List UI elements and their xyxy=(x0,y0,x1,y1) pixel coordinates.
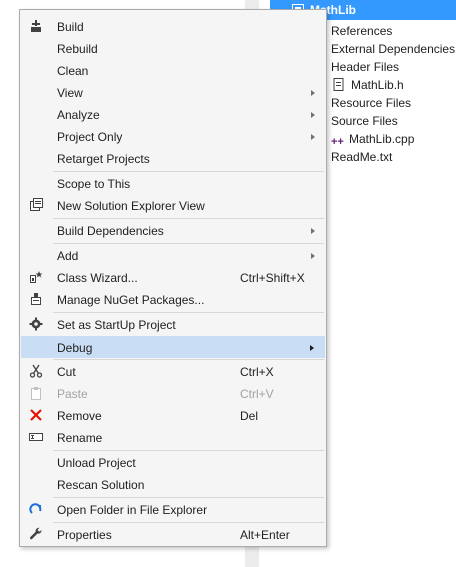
paste-icon xyxy=(28,386,44,402)
menu-item-rebuild[interactable]: Rebuild xyxy=(21,38,325,60)
menu-item-rescan-solution[interactable]: Rescan Solution xyxy=(21,474,325,496)
menu-item-build-dependencies[interactable]: Build Dependencies xyxy=(21,220,325,242)
menu-separator xyxy=(53,359,324,360)
menu-item-view[interactable]: View xyxy=(21,82,325,104)
menu-item-unload-project[interactable]: Unload Project xyxy=(21,452,325,474)
submenu-arrow-icon xyxy=(311,253,315,259)
tree-item-header-files[interactable]: Header Files xyxy=(331,58,399,76)
nuget-icon xyxy=(28,292,44,308)
refresh-arrow-icon xyxy=(28,502,44,518)
menu-separator xyxy=(53,218,324,219)
submenu-arrow-icon xyxy=(311,90,315,96)
menu-item-debug[interactable]: Debug xyxy=(21,336,325,358)
menu-item-set-startup-project[interactable]: Set as StartUp Project xyxy=(21,314,325,336)
wrench-icon xyxy=(28,527,44,543)
menu-separator xyxy=(53,243,324,244)
tree-item-mathlib-h[interactable]: MathLib.h xyxy=(333,76,404,94)
menu-separator xyxy=(53,171,324,172)
menu-item-properties[interactable]: Properties Alt+Enter xyxy=(21,524,325,546)
menu-separator xyxy=(53,497,324,498)
menu-item-clean[interactable]: Clean xyxy=(21,60,325,82)
class-wizard-icon xyxy=(28,270,44,286)
menu-separator xyxy=(53,312,324,313)
menu-item-build[interactable]: Build xyxy=(21,16,325,38)
menu-item-remove[interactable]: Remove Del xyxy=(21,405,325,427)
menu-item-analyze[interactable]: Analyze xyxy=(21,104,325,126)
rename-icon xyxy=(28,430,44,446)
new-view-icon xyxy=(28,198,44,214)
scissors-icon xyxy=(28,364,44,380)
menu-separator xyxy=(53,450,324,451)
submenu-arrow-icon xyxy=(311,112,315,118)
menu-item-retarget-projects[interactable]: Retarget Projects xyxy=(21,148,325,170)
tree-item-external-dependencies[interactable]: External Dependencies xyxy=(331,40,455,58)
submenu-arrow-icon xyxy=(311,134,315,140)
menu-item-add[interactable]: Add xyxy=(21,245,325,267)
menu-item-project-only[interactable]: Project Only xyxy=(21,126,325,148)
menu-item-paste[interactable]: Paste Ctrl+V xyxy=(21,383,325,405)
gear-icon xyxy=(28,317,44,333)
menu-item-scope-to-this[interactable]: Scope to This xyxy=(21,173,325,195)
menu-item-cut[interactable]: Cut Ctrl+X xyxy=(21,361,325,383)
tree-item-readme[interactable]: ReadMe.txt xyxy=(331,148,392,166)
menu-item-open-folder[interactable]: Open Folder in File Explorer xyxy=(21,499,325,521)
menu-item-manage-nuget[interactable]: Manage NuGet Packages... xyxy=(21,289,325,311)
menu-separator xyxy=(53,522,324,523)
header-file-icon xyxy=(333,78,347,91)
tree-item-source-files[interactable]: Source Files xyxy=(331,112,398,130)
cpp-file-icon: ++ xyxy=(331,136,344,148)
tree-item-resource-files[interactable]: Resource Files xyxy=(331,94,411,112)
tree-item-mathlib-cpp[interactable]: ++ MathLib.cpp xyxy=(331,130,414,148)
context-menu: Build Rebuild Clean View Analyze Project… xyxy=(19,9,327,547)
tree-item-references[interactable]: References xyxy=(331,22,392,40)
menu-item-rename[interactable]: Rename xyxy=(21,427,325,449)
remove-x-icon xyxy=(28,408,44,424)
submenu-arrow-icon xyxy=(311,228,315,234)
submenu-arrow-icon xyxy=(310,345,314,351)
menu-item-new-solution-explorer-view[interactable]: New Solution Explorer View xyxy=(21,195,325,217)
build-icon xyxy=(28,19,44,35)
menu-item-class-wizard[interactable]: Class Wizard... Ctrl+Shift+X xyxy=(21,267,325,289)
